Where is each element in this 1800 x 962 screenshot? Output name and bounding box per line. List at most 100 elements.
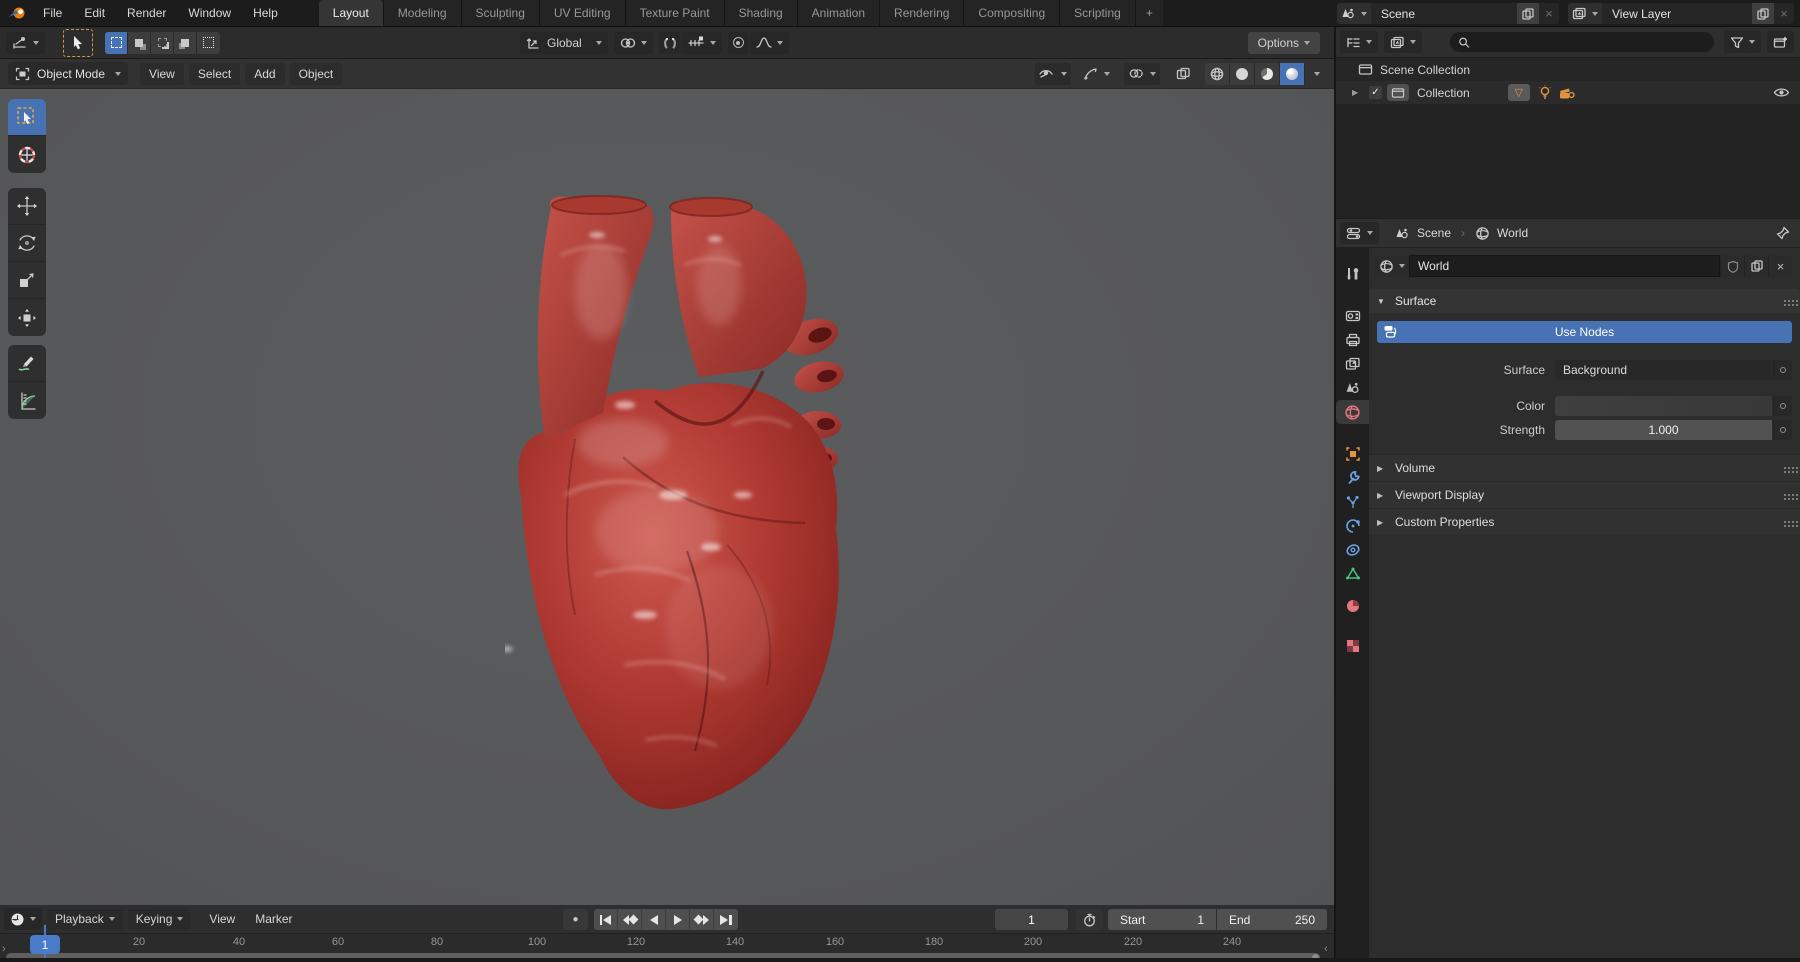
play-button[interactable] xyxy=(666,909,690,930)
jump-to-start-button[interactable] xyxy=(594,909,618,930)
keying-dropdown[interactable]: Keying xyxy=(127,908,192,930)
panel-grip-icon[interactable] xyxy=(1784,300,1786,302)
panel-grip-icon[interactable] xyxy=(1784,521,1786,523)
tab-scene[interactable] xyxy=(1336,376,1369,400)
scene-unlink-button[interactable]: × xyxy=(1539,3,1559,24)
proportional-editing-toggle[interactable] xyxy=(727,31,749,54)
outliner-search[interactable] xyxy=(1450,32,1714,52)
select-mode-extend-button[interactable] xyxy=(128,31,151,54)
scene-name[interactable]: Scene xyxy=(1371,7,1517,21)
volume-panel-header[interactable]: ▶ Volume xyxy=(1369,454,1800,481)
outliner-display-mode-dropdown[interactable] xyxy=(1384,31,1422,53)
workspace-tab-rendering[interactable]: Rendering xyxy=(880,0,965,26)
shading-solid-button[interactable] xyxy=(1230,62,1255,85)
gizmos-dropdown[interactable] xyxy=(1079,63,1114,85)
tool-transform-button[interactable] xyxy=(8,299,46,336)
surface-type-dropdown[interactable]: Background xyxy=(1555,359,1772,380)
tab-constraints[interactable] xyxy=(1336,538,1369,562)
outliner-row-collection[interactable]: ▶ ✓ Collection ▽ xyxy=(1336,81,1800,104)
camera-icon[interactable] xyxy=(1557,86,1575,100)
tab-particles[interactable] xyxy=(1336,490,1369,514)
timeline-menu-view[interactable]: View xyxy=(199,912,245,926)
hide-eye-icon[interactable] xyxy=(1773,86,1790,99)
tab-physics[interactable] xyxy=(1336,514,1369,538)
breadcrumb-scene[interactable]: Scene xyxy=(1417,226,1451,240)
ruler-left-chevron-icon[interactable]: › xyxy=(2,943,6,955)
menu-file[interactable]: File xyxy=(32,0,73,26)
prev-keyframe-button[interactable] xyxy=(618,909,642,930)
tab-object[interactable] xyxy=(1336,442,1369,466)
tool-rotate-button[interactable] xyxy=(8,225,46,262)
custom-properties-panel-header[interactable]: ▶ Custom Properties xyxy=(1369,508,1800,535)
select-mode-invert-button[interactable] xyxy=(174,31,197,54)
timeline-editor-type-dropdown[interactable] xyxy=(4,908,42,930)
tab-render[interactable] xyxy=(1336,304,1369,328)
view-layer-new-copy-button[interactable] xyxy=(1752,3,1774,24)
use-preview-range-toggle[interactable] xyxy=(1076,909,1103,930)
panel-grip-icon[interactable] xyxy=(1784,494,1786,496)
tool-cursor-button[interactable] xyxy=(8,136,46,173)
properties-editor-type-dropdown[interactable] xyxy=(1340,222,1379,244)
fake-user-button[interactable] xyxy=(1720,255,1744,277)
workspace-tab-shading[interactable]: Shading xyxy=(724,0,798,26)
transform-orientation-dropdown[interactable]: Global xyxy=(520,31,608,54)
viewport-display-panel-header[interactable]: ▶ Viewport Display xyxy=(1369,481,1800,508)
outliner-filter-dropdown[interactable] xyxy=(1724,31,1761,53)
surface-decorator[interactable] xyxy=(1773,359,1792,380)
xray-toggle-button[interactable] xyxy=(1172,63,1195,85)
workspace-tab-layout[interactable]: Layout xyxy=(318,0,384,26)
use-nodes-button[interactable]: Use Nodes xyxy=(1377,321,1792,343)
new-collection-button[interactable] xyxy=(1767,31,1794,53)
current-frame-field[interactable]: 1 xyxy=(995,909,1068,930)
object-visibility-dropdown[interactable] xyxy=(1035,62,1071,85)
workspace-tab-animation[interactable]: Animation xyxy=(797,0,881,26)
tab-tool[interactable] xyxy=(1336,262,1369,286)
snap-settings-dropdown[interactable] xyxy=(681,31,722,54)
viewport-menu-view[interactable]: View xyxy=(140,62,184,85)
strength-decorator[interactable] xyxy=(1773,419,1792,440)
tool-measure-button[interactable] xyxy=(8,382,46,419)
mesh-object-badge[interactable]: ▽ xyxy=(1507,84,1530,101)
timeline-menu-marker[interactable]: Marker xyxy=(245,912,302,926)
tab-material[interactable] xyxy=(1336,594,1369,618)
panel-grip-icon[interactable] xyxy=(1784,467,1786,469)
proportional-falloff-dropdown[interactable] xyxy=(749,31,789,54)
strength-value-field[interactable]: 1.000 xyxy=(1555,419,1772,440)
collection-checkbox[interactable]: ✓ xyxy=(1369,86,1382,99)
outliner-search-input[interactable] xyxy=(1476,35,1706,49)
scene-new-copy-button[interactable] xyxy=(1517,3,1539,24)
options-dropdown[interactable]: Options xyxy=(1247,31,1320,54)
tab-texture[interactable] xyxy=(1336,634,1369,658)
tab-world[interactable] xyxy=(1336,400,1369,424)
frame-end-field[interactable]: End 250 xyxy=(1217,909,1327,930)
menu-edit[interactable]: Edit xyxy=(73,0,116,26)
tab-object-data[interactable] xyxy=(1336,562,1369,586)
playback-dropdown[interactable]: Playback xyxy=(47,908,123,930)
view-layer-browse-button[interactable] xyxy=(1568,3,1602,24)
view-layer-name[interactable]: View Layer xyxy=(1602,7,1752,21)
shading-rendered-button[interactable] xyxy=(1280,62,1305,85)
jump-to-end-button[interactable] xyxy=(714,909,738,930)
world-name-input[interactable] xyxy=(1410,259,1719,273)
workspace-tab-scripting[interactable]: Scripting xyxy=(1060,0,1136,26)
frame-start-field[interactable]: Start 1 xyxy=(1108,909,1216,930)
workspace-tab-compositing[interactable]: Compositing xyxy=(964,0,1061,26)
snap-toggle-button[interactable] xyxy=(658,31,681,54)
mode-selector-dropdown[interactable]: Object Mode xyxy=(8,62,129,85)
shading-material-button[interactable] xyxy=(1255,62,1280,85)
viewport-3d[interactable]: Object Mode View Select Add Object xyxy=(0,59,1334,905)
world-name-field[interactable] xyxy=(1409,255,1720,277)
tool-move-button[interactable] xyxy=(8,188,46,225)
editor-type-dropdown[interactable] xyxy=(6,31,45,54)
shading-settings-dropdown[interactable] xyxy=(1305,63,1324,85)
select-mode-subtract-button[interactable] xyxy=(151,31,174,54)
view-layer-remove-button[interactable]: × xyxy=(1774,3,1794,24)
select-mode-set-button[interactable] xyxy=(105,31,128,54)
world-browse-button[interactable] xyxy=(1375,255,1409,277)
workspace-tab-uv-editing[interactable]: UV Editing xyxy=(539,0,626,26)
color-decorator[interactable] xyxy=(1773,395,1792,416)
tab-output[interactable] xyxy=(1336,328,1369,352)
overlays-dropdown[interactable] xyxy=(1124,62,1160,85)
tool-select-box-button[interactable] xyxy=(8,99,46,136)
viewport-menu-add[interactable]: Add xyxy=(245,62,285,85)
